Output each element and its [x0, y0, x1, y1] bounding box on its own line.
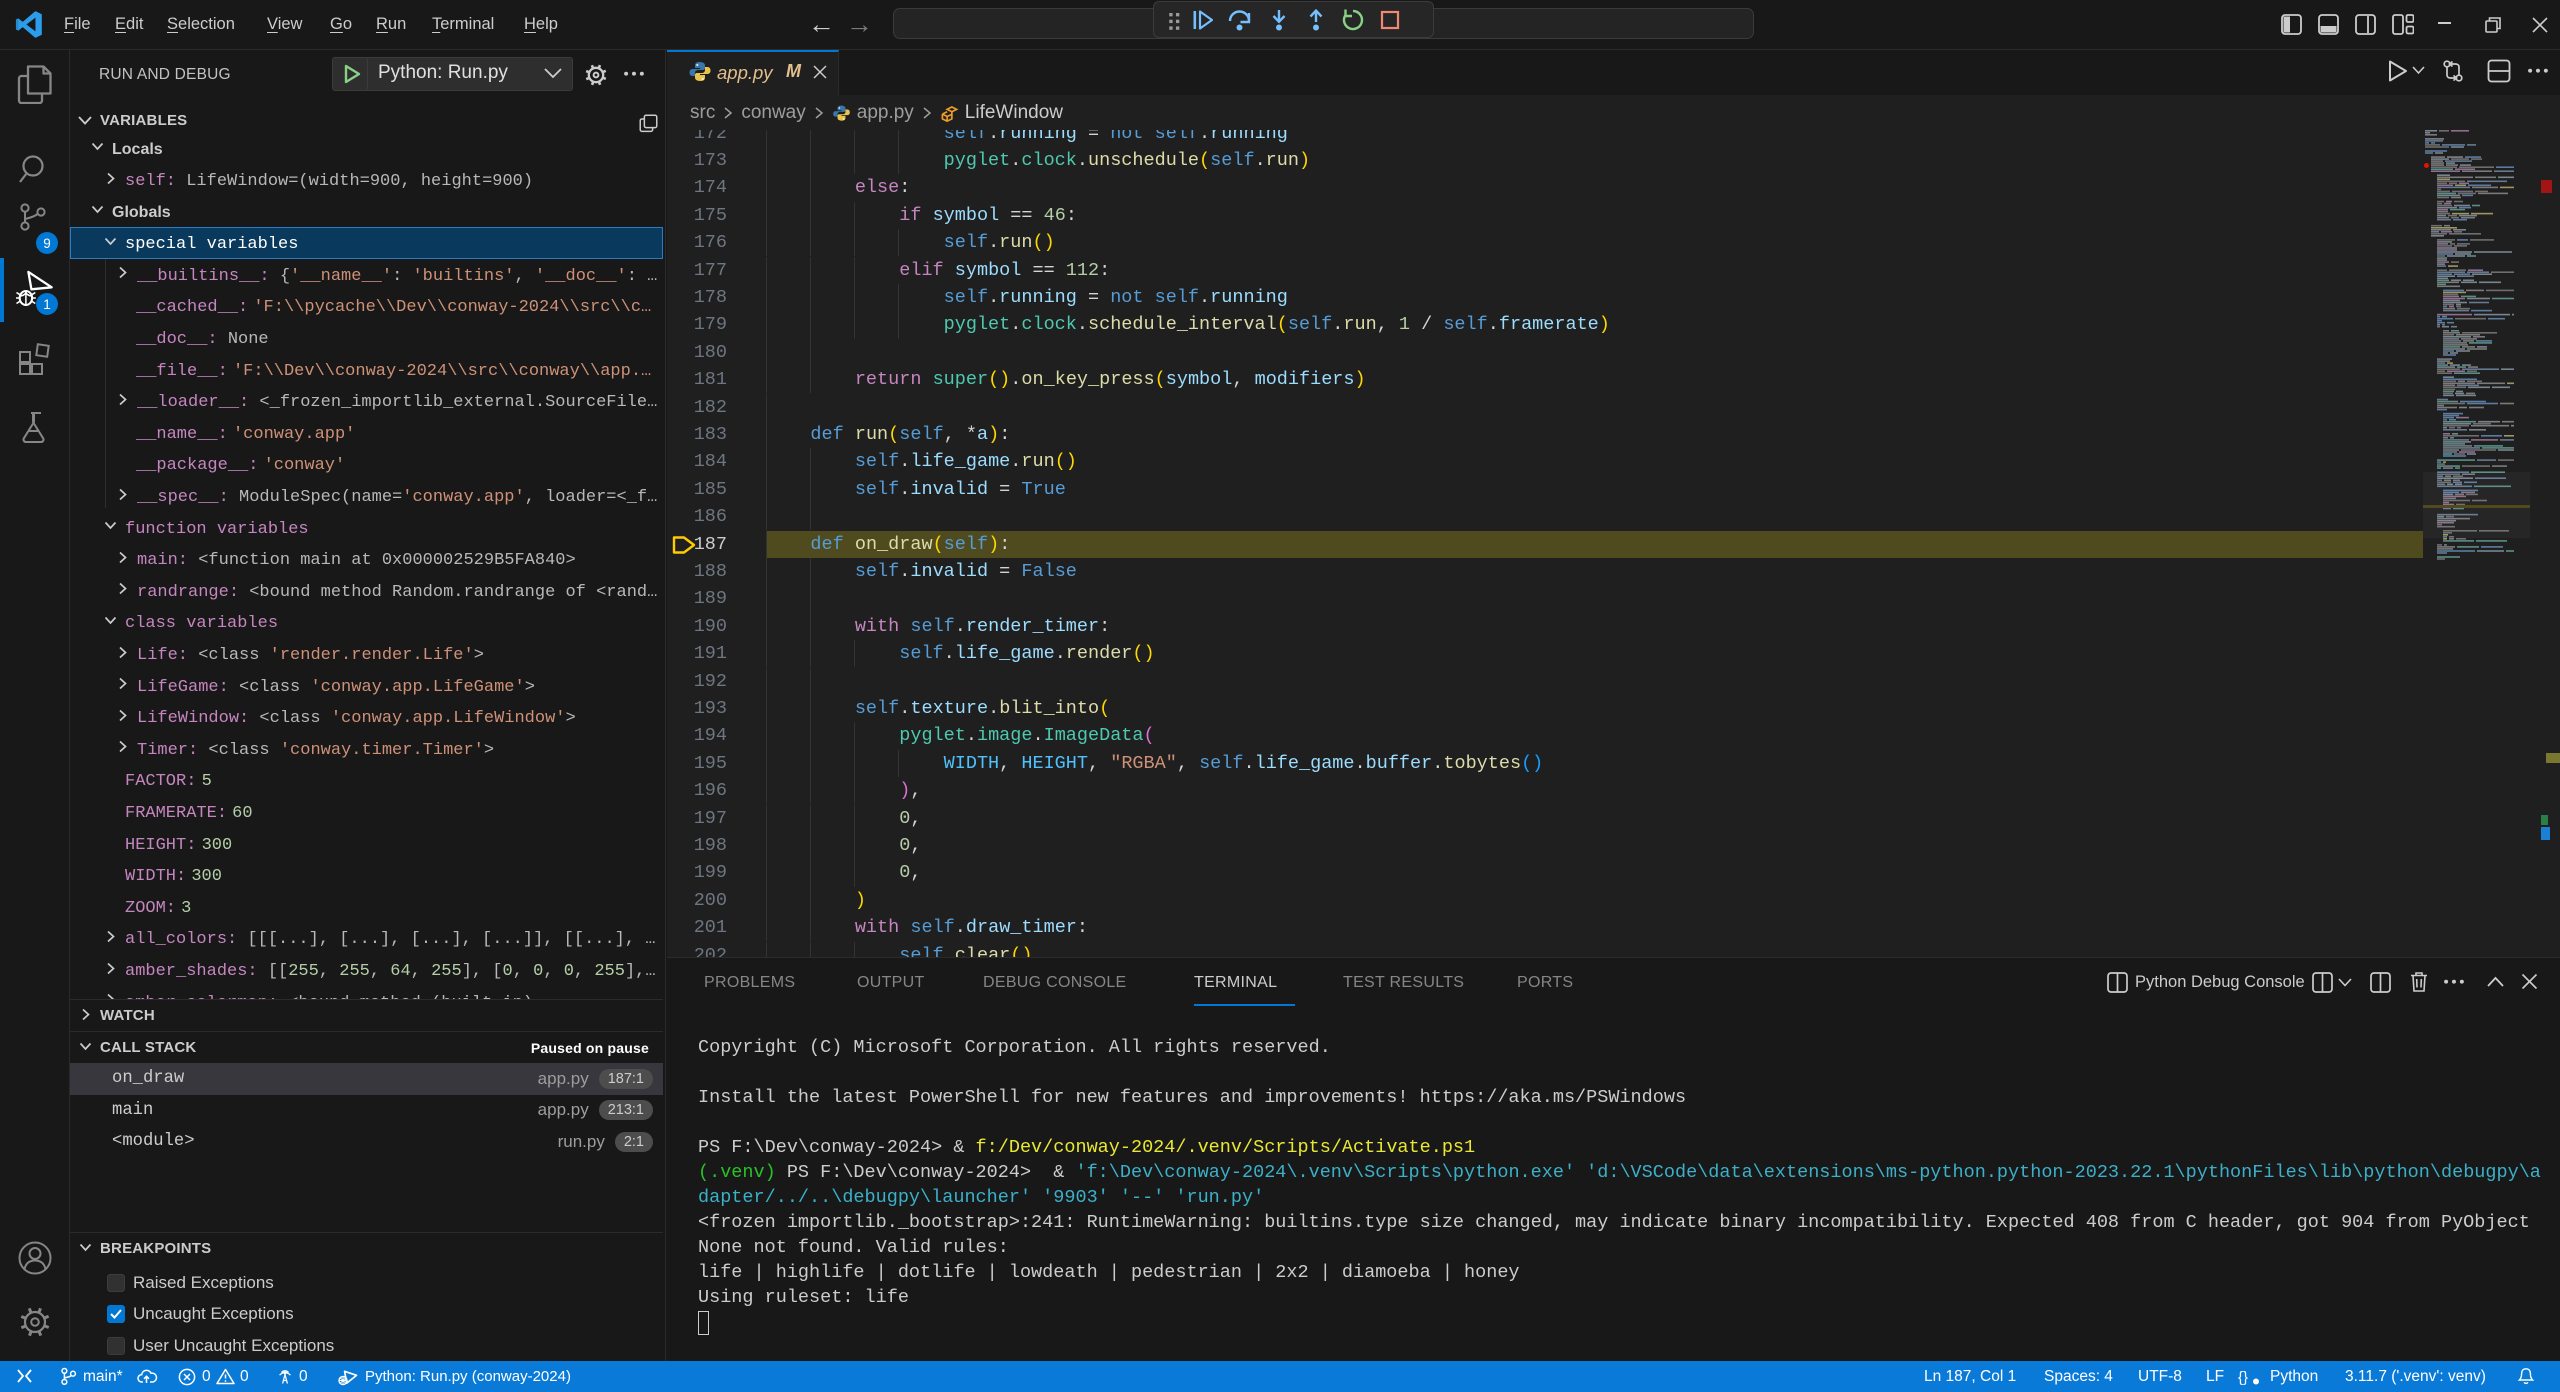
- svg-text:{}: {}: [2238, 1369, 2248, 1386]
